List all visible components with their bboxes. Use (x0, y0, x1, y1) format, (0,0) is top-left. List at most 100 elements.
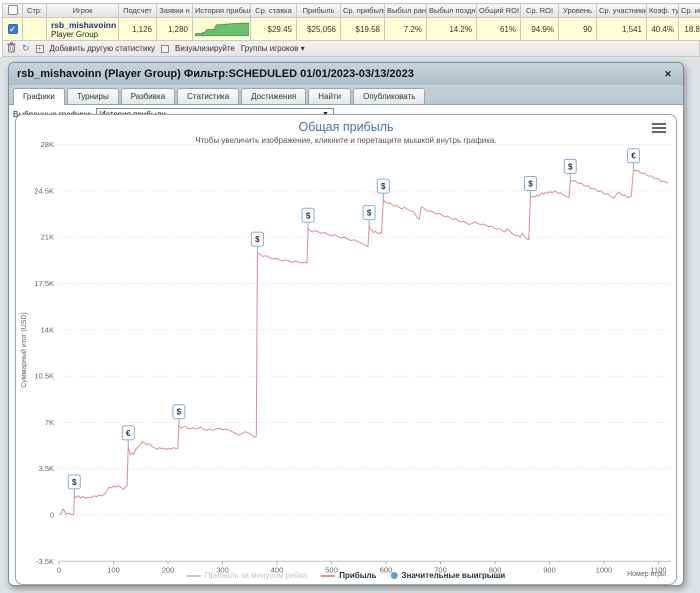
marker-symbol: € (126, 429, 131, 438)
bust-late-cell: 14.2% (426, 17, 477, 41)
legend-label: Прибыль за минусом рейка (204, 571, 308, 580)
header-select-all[interactable] (2, 3, 23, 18)
column-header[interactable]: Выбыл поздно (426, 3, 477, 18)
tab-турниры[interactable]: Турниры (66, 88, 119, 104)
tab-графики[interactable]: Графики (13, 88, 65, 105)
total-roi-cell: 61% (476, 17, 521, 41)
avg-profit-cell: $19.58 (340, 17, 385, 41)
y-tick-label: 24.5K (34, 186, 54, 195)
column-header[interactable]: Уровень (558, 3, 597, 18)
column-header[interactable]: Коэф. ту (646, 3, 679, 18)
x-tick-label: 1000 (596, 565, 613, 574)
chart-legend: Прибыль за минусом рейка Прибыль Значитель… (186, 571, 506, 580)
legend-line-swatch (186, 574, 201, 577)
y-tick-label: 28K (41, 140, 54, 149)
avg-games-cell: 18.8 (678, 17, 700, 41)
tab-статистика[interactable]: Статистика (177, 88, 240, 104)
column-header[interactable]: Ср. прибыль (340, 3, 385, 18)
player-cell[interactable]: rsb_mishavoinn Player Group (46, 17, 119, 41)
column-header[interactable]: Ср. ставка (250, 3, 297, 18)
stats-toolbar: ↻ + Добавить другую статистику Визуализи… (2, 41, 700, 57)
refresh-icon[interactable]: ↻ (22, 44, 30, 53)
marker-symbol: $ (528, 180, 533, 189)
avg-entrants-cell: 1,541 (596, 17, 647, 41)
legend-line-swatch (321, 574, 336, 577)
marker-symbol: € (631, 152, 636, 161)
xaxis-title: Номер игры (627, 571, 666, 578)
count-cell: 1,126 (118, 17, 157, 41)
profit-sparkline (194, 22, 250, 36)
marker-symbol: $ (255, 235, 260, 244)
avg-stake-cell: $29.45 (250, 17, 297, 41)
legend-item[interactable]: Прибыль (321, 571, 377, 580)
stats-table-section: Стр:ИгрокПодсчетЗаявки нИстория прибылиС… (2, 3, 700, 57)
column-header[interactable]: Ср. участники (596, 3, 647, 18)
visualize-link[interactable]: Визуализируйте (175, 44, 235, 53)
y-tick-label: 3.5K (39, 464, 54, 473)
profit-cell: $25,056 (296, 17, 341, 41)
level-cell: 90 (558, 17, 597, 41)
profit-chart[interactable]: Общая прибыль Чтобы увеличить изображени… (15, 114, 677, 585)
add-stat-icon: + (35, 44, 44, 53)
chevron-down-icon: ▾ (300, 44, 305, 53)
player-stats-row[interactable]: ✓ rsb_mishavoinn Player Group 1,126 1,280 $29… (2, 17, 700, 41)
player-groups-dropdown[interactable]: Группы игроков ▾ (241, 44, 305, 53)
column-header[interactable]: Ср. ROI (520, 3, 559, 18)
column-header[interactable]: Прибыль (296, 3, 341, 18)
trash-icon[interactable] (7, 42, 16, 55)
row-checkbox-cell[interactable]: ✓ (2, 17, 23, 41)
x-tick-label: 100 (107, 565, 120, 574)
profit-line (58, 169, 669, 516)
y-tick-label: 7K (45, 418, 54, 427)
visualize-icon (161, 44, 169, 53)
legend-item[interactable]: Значительные выигрыши (390, 571, 506, 580)
entries-cell: 1,280 (156, 17, 193, 41)
stats-header-row: Стр:ИгрокПодсчетЗаявки нИстория прибылиС… (2, 3, 700, 18)
marker-symbol: $ (367, 209, 372, 218)
y-tick-label: 14K (41, 325, 54, 334)
panel-header: rsb_mishavoinn (Player Group) Фильтр:SCH… (9, 63, 683, 85)
row-checkbox[interactable]: ✓ (7, 24, 18, 34)
legend-item[interactable]: Прибыль за минусом рейка (186, 571, 308, 580)
player-group-label: Player Group (51, 29, 99, 39)
y-tick-label: 0 (50, 511, 54, 520)
bust-early-cell: 7.2% (384, 17, 427, 41)
tab-найти[interactable]: Найти (308, 88, 352, 104)
column-header[interactable]: Стр: (22, 3, 47, 18)
marker-symbol: $ (72, 478, 77, 487)
column-header[interactable]: Подсчет (118, 3, 157, 18)
select-all-checkbox[interactable] (7, 4, 18, 15)
tab-достижения[interactable]: Достижения (241, 88, 307, 104)
column-header[interactable]: Игрок (46, 3, 119, 18)
panel-title: rsb_mishavoinn (Player Group) Фильтр:SCH… (17, 68, 414, 80)
column-header[interactable]: Ср. игры / д (678, 3, 700, 18)
player-filter-panel: rsb_mishavoinn (Player Group) Фильтр:SCH… (8, 62, 684, 586)
column-header[interactable]: Общий ROI (476, 3, 521, 18)
close-icon[interactable]: ✕ (661, 69, 675, 80)
profit-chart-svg[interactable]: 28K24.5K21K17.5K14K10.5K7K3.5K0-3.5K0 100… (16, 115, 677, 585)
x-tick-label: 0 (57, 565, 61, 574)
column-header[interactable]: Заявки н (156, 3, 193, 18)
marker-symbol: $ (568, 162, 573, 171)
avg-roi-cell: 94.9% (520, 17, 559, 41)
column-header[interactable]: История прибыли (192, 3, 251, 18)
yaxis-title: Суммарный итог (USD) (20, 312, 28, 388)
player-stats-table: Стр:ИгрокПодсчетЗаявки нИстория прибылиС… (2, 3, 700, 41)
tab-разбивка[interactable]: Разбивка (120, 88, 176, 104)
country-cell (22, 17, 47, 41)
y-tick-label: 17.5K (34, 279, 54, 288)
tab-опубликовать[interactable]: Опубликовать (353, 88, 426, 104)
y-tick-label: 21K (41, 233, 54, 242)
add-stat-link[interactable]: Добавить другую статистику (50, 44, 155, 53)
legend-label: Значительные выигрыши (401, 571, 506, 580)
marker-symbol: $ (306, 211, 311, 220)
x-tick-label: 200 (162, 565, 175, 574)
legend-label: Прибыль (339, 571, 377, 580)
player-name[interactable]: rsb_mishavoinn (51, 20, 116, 30)
marker-symbol: $ (381, 182, 386, 191)
profit-history-sparkline-cell (192, 17, 251, 41)
x-tick-label: 900 (543, 565, 556, 574)
y-tick-label: 10.5K (34, 372, 54, 381)
y-tick-label: -3.5K (36, 557, 54, 566)
column-header[interactable]: Выбыл рано (384, 3, 427, 18)
